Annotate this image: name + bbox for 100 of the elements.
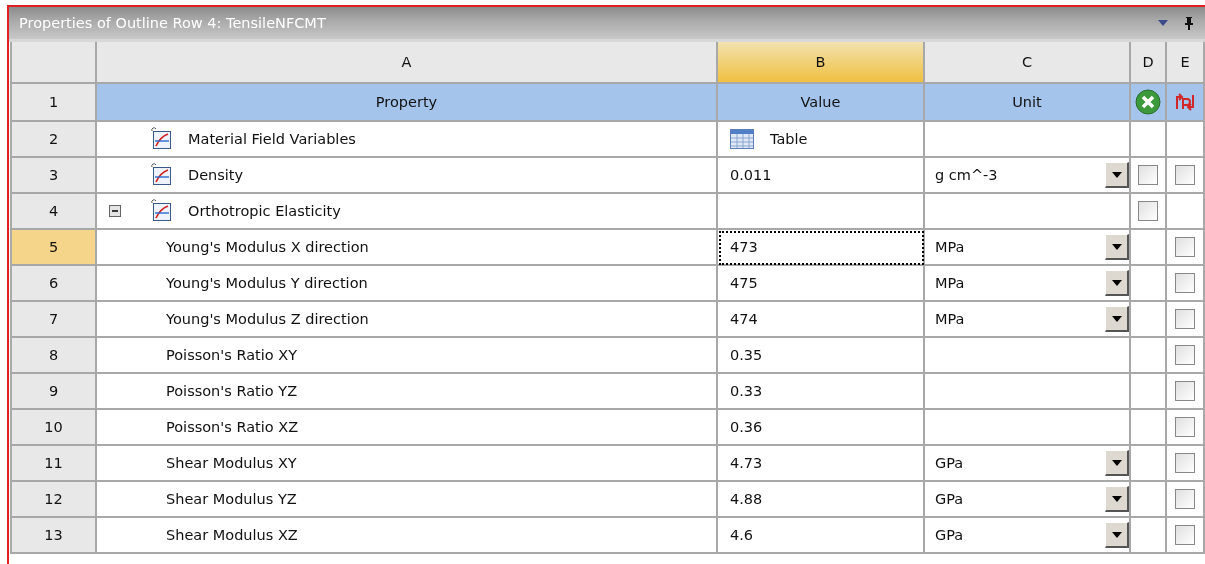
row-number[interactable]: 10 <box>12 410 97 446</box>
column-title: Value <box>718 84 925 122</box>
table-cell[interactable]: 4.73 <box>718 446 925 482</box>
table-cell[interactable] <box>925 374 1131 410</box>
caret-icon <box>1111 243 1122 250</box>
table-cell[interactable]: 0.36 <box>718 410 925 446</box>
caret-icon <box>1111 459 1122 466</box>
table-cell[interactable] <box>925 338 1131 374</box>
row-number: 1 <box>12 84 97 122</box>
value-text: 0.36 <box>730 419 763 435</box>
property-name: Poisson's Ratio XZ <box>166 419 299 435</box>
row-number[interactable]: 4 <box>12 194 97 230</box>
row-number[interactable]: 13 <box>12 518 97 554</box>
row-number[interactable]: 3 <box>12 158 97 194</box>
property-name: Shear Modulus XY <box>166 455 297 471</box>
dropdown-button[interactable] <box>1105 162 1129 188</box>
value-text: 4.88 <box>730 491 763 507</box>
row-number[interactable]: 5 <box>12 230 97 266</box>
property-name: Shear Modulus XZ <box>166 527 298 543</box>
table-cell[interactable]: 475 <box>718 266 925 302</box>
checkbox[interactable] <box>1175 165 1195 185</box>
value-text: 0.33 <box>730 383 763 399</box>
table-cell[interactable]: MPa <box>925 302 1131 338</box>
checkbox[interactable] <box>1138 201 1158 221</box>
property-name: Poisson's Ratio YZ <box>166 383 298 399</box>
property-name: Young's Modulus Z direction <box>166 311 369 327</box>
parameter-icon <box>1173 91 1197 113</box>
checkbox[interactable] <box>1175 489 1195 509</box>
dropdown-button[interactable] <box>1105 306 1129 332</box>
collapse-icon[interactable] <box>109 205 121 217</box>
table-cell[interactable]: MPa <box>925 266 1131 302</box>
table-cell[interactable] <box>925 410 1131 446</box>
table-icon <box>730 129 754 149</box>
table-cell[interactable]: GPa <box>925 518 1131 554</box>
caret-icon <box>1111 279 1122 286</box>
column-header[interactable]: B <box>718 42 925 84</box>
table-cell[interactable]: g cm^-3 <box>925 158 1131 194</box>
table-cell[interactable]: 473 <box>718 230 925 266</box>
property-icon <box>150 127 174 151</box>
checkbox[interactable] <box>1175 273 1195 293</box>
value-text: 4.6 <box>730 527 754 543</box>
table-cell[interactable]: 0.35 <box>718 338 925 374</box>
checkbox[interactable] <box>1175 345 1195 365</box>
table-cell[interactable]: GPa <box>925 446 1131 482</box>
checkbox[interactable] <box>1175 381 1195 401</box>
table-cell[interactable] <box>718 194 925 230</box>
column-header[interactable]: E <box>1167 42 1205 84</box>
table-cell[interactable] <box>925 122 1131 158</box>
dropdown-button[interactable] <box>1105 486 1129 512</box>
table-cell[interactable]: GPa <box>925 482 1131 518</box>
row-number[interactable]: 8 <box>12 338 97 374</box>
checkbox[interactable] <box>1175 309 1195 329</box>
property-name: Material Field Variables <box>188 131 356 147</box>
caret-icon <box>1111 531 1122 538</box>
checkbox[interactable] <box>1175 417 1195 437</box>
unit-text: GPa <box>935 455 964 471</box>
table-cell[interactable]: 0.011 <box>718 158 925 194</box>
table-cell[interactable]: 4.88 <box>718 482 925 518</box>
row-number[interactable]: 12 <box>12 482 97 518</box>
unit-text: GPa <box>935 527 964 543</box>
property-name: Density <box>188 167 244 183</box>
panel-title: Properties of Outline Row 4: TensileNFCMT <box>19 15 327 31</box>
dropdown-button[interactable] <box>1105 270 1129 296</box>
unit-text: MPa <box>935 311 965 327</box>
table-cell[interactable]: 0.33 <box>718 374 925 410</box>
clear-icon <box>1135 89 1161 115</box>
corner-cell[interactable] <box>12 42 97 84</box>
caret-icon <box>1111 171 1122 178</box>
table-cell[interactable]: 474 <box>718 302 925 338</box>
property-name: Poisson's Ratio XY <box>166 347 298 363</box>
column-title: Property <box>97 84 718 122</box>
table-cell[interactable]: 4.6 <box>718 518 925 554</box>
checkbox[interactable] <box>1175 525 1195 545</box>
row-number[interactable]: 11 <box>12 446 97 482</box>
column-header[interactable]: A <box>97 42 718 84</box>
column-title: Unit <box>925 84 1131 122</box>
dropdown-button[interactable] <box>1105 450 1129 476</box>
unit-text: MPa <box>935 275 965 291</box>
property-icon <box>150 199 174 223</box>
checkbox[interactable] <box>1175 453 1195 473</box>
dropdown-arrow-icon[interactable] <box>1157 19 1169 27</box>
value-text: Table <box>770 131 808 147</box>
unit-text: g cm^-3 <box>935 167 998 183</box>
value-text: 474 <box>730 311 758 327</box>
dropdown-button[interactable] <box>1105 234 1129 260</box>
column-header[interactable]: C <box>925 42 1131 84</box>
pin-icon[interactable] <box>1183 16 1195 30</box>
dropdown-button[interactable] <box>1105 522 1129 548</box>
column-header[interactable]: D <box>1131 42 1167 84</box>
row-number[interactable]: 9 <box>12 374 97 410</box>
row-number[interactable]: 7 <box>12 302 97 338</box>
row-number[interactable]: 2 <box>12 122 97 158</box>
row-number[interactable]: 6 <box>12 266 97 302</box>
table-cell[interactable]: MPa <box>925 230 1131 266</box>
table-cell[interactable]: Table <box>718 122 925 158</box>
value-text: 4.73 <box>730 455 763 471</box>
checkbox[interactable] <box>1138 165 1158 185</box>
checkbox[interactable] <box>1175 237 1195 257</box>
table-cell[interactable] <box>925 194 1131 230</box>
unit-text: GPa <box>935 491 964 507</box>
